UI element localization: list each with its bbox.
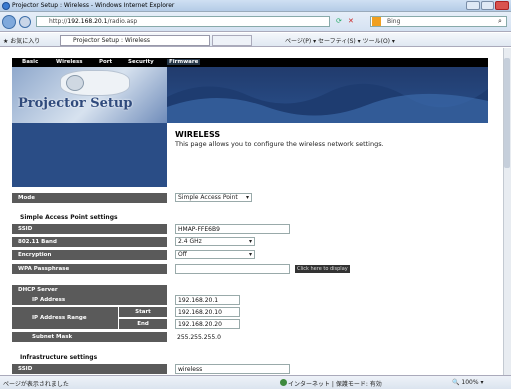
display-passphrase-button[interactable]: Click here to display [295, 265, 350, 273]
stop-icon[interactable]: ✕ [348, 17, 354, 25]
band-label: 802.11 Band [12, 237, 167, 247]
url-path: /radio.asp [107, 18, 138, 25]
nav-security[interactable]: Security [128, 59, 154, 65]
search-engine-name: Bing [387, 18, 401, 25]
status-text: ページが表示されました [3, 381, 69, 388]
projector-lens-graphic [66, 75, 84, 91]
page-title: WIRELESS [175, 130, 221, 139]
ssid-input[interactable]: HMAP-FFE6B9 [175, 224, 290, 234]
dhcp-server-label: DHCP Server [12, 285, 167, 295]
ip-address-label: IP Address [12, 295, 167, 305]
search-icon[interactable]: ⌕ [498, 17, 502, 26]
wpa-passphrase-input[interactable] [175, 264, 290, 274]
favorites-button[interactable]: ★ お気に入り [3, 36, 40, 45]
subnet-mask-value: 255.255.255.0 [177, 334, 221, 341]
nav-wireless[interactable]: Wireless [56, 59, 83, 65]
favorites-label: お気に入り [10, 38, 41, 45]
wpa-passphrase-label: WPA Passphrase [12, 264, 167, 274]
url-host: 192.168.20.1 [67, 18, 108, 25]
command-bar-tools[interactable]: ページ(P) ▾ セーフティ(S) ▾ ツール(O) ▾ [285, 36, 395, 45]
url-input[interactable]: http://192.168.20.1/radio.asp [36, 16, 330, 27]
subnet-mask-label: Subnet Mask [12, 332, 167, 342]
mode-label: Mode [12, 193, 167, 203]
infra-ssid-input[interactable]: wireless [175, 364, 290, 374]
infra-ssid-label: SSID [12, 364, 167, 374]
nav-basic[interactable]: Basic [22, 59, 38, 65]
encryption-label: Encryption [12, 250, 167, 260]
tab-projector-setup[interactable]: Projector Setup : Wireless [60, 35, 210, 46]
mode-select[interactable]: Simple Access Point [175, 193, 252, 202]
ip-range-label: IP Address Range [12, 307, 118, 329]
new-tab-button[interactable] [212, 35, 252, 46]
url-prefix: http:// [49, 18, 68, 25]
search-input[interactable]: Bing [370, 16, 507, 27]
simple-ap-section-title: Simple Access Point settings [20, 214, 118, 221]
banner-wave-graphic [167, 83, 488, 123]
zoom-level[interactable]: 🔍 100% ▾ [452, 379, 483, 386]
range-start-input[interactable]: 192.168.20.10 [175, 307, 240, 317]
range-start-label: Start [119, 307, 167, 317]
zoom-value: 100% [461, 379, 479, 386]
maximize-button[interactable] [481, 1, 494, 10]
tab-title: Projector Setup : Wireless [73, 37, 150, 44]
window-title: Projector Setup : Wireless - Windows Int… [12, 2, 175, 9]
scrollbar-thumb[interactable] [504, 58, 510, 168]
close-button[interactable] [495, 1, 509, 10]
top-navigation: Basic Wireless Port Security Firmware [12, 58, 488, 67]
ip-address-input[interactable]: 192.168.20.1 [175, 295, 240, 305]
page-content: Basic Wireless Port Security Firmware Pr… [0, 48, 511, 375]
minimize-button[interactable] [466, 1, 480, 10]
ssid-label: SSID [12, 224, 167, 234]
window-title-bar: Projector Setup : Wireless - Windows Int… [0, 0, 511, 12]
page-description: This page allows you to configure the wi… [175, 140, 384, 148]
globe-icon [280, 379, 287, 386]
encryption-select[interactable]: Off [175, 250, 255, 259]
logo-text: Projector Setup [18, 96, 133, 111]
range-end-input[interactable]: 192.168.20.20 [175, 319, 240, 329]
band-select[interactable]: 2.4 GHz [175, 237, 255, 246]
nav-port[interactable]: Port [99, 59, 112, 65]
nav-firmware[interactable]: Firmware [167, 59, 201, 65]
range-end-label: End [119, 319, 167, 329]
refresh-icon[interactable]: ⟳ [336, 17, 342, 25]
forward-arrow-icon[interactable] [19, 16, 31, 28]
ie-logo-icon [2, 2, 10, 10]
status-bar: ページが表示されました インターネット | 保護モード: 有効 🔍 100% ▾ [0, 375, 511, 389]
bing-logo-icon [372, 17, 381, 26]
left-decor-panel [12, 123, 167, 187]
infra-section-title: Infrastructure settings [20, 354, 98, 361]
back-arrow-icon[interactable] [2, 15, 16, 29]
security-zone: インターネット | 保護モード: 有効 [288, 381, 382, 388]
